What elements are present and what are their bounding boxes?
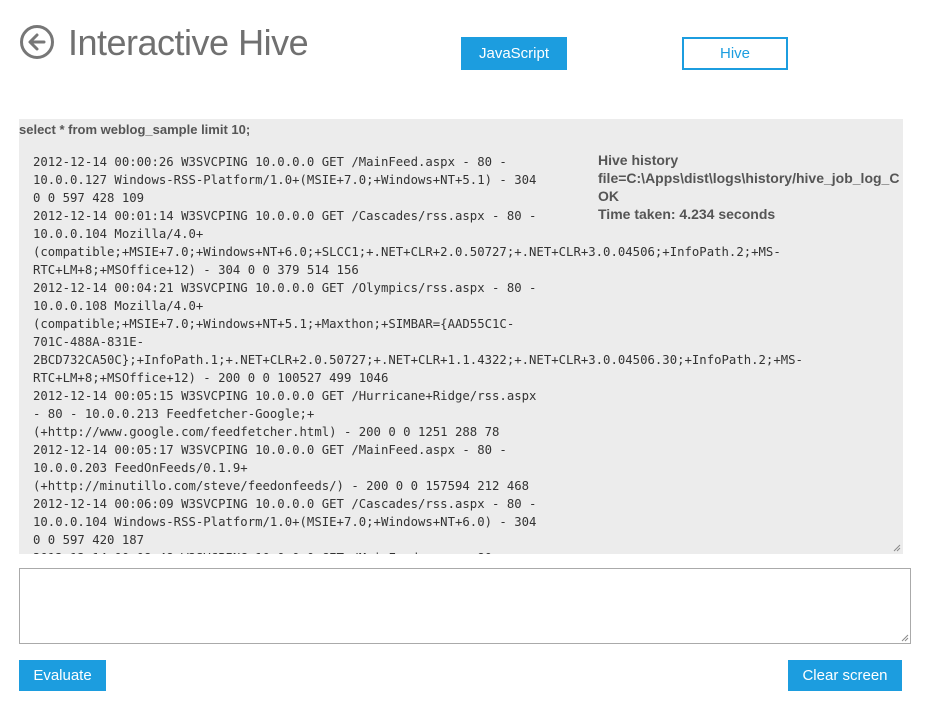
output-line: (compatible;+MSIE+7.0;+Windows+NT+6.0;+S… xyxy=(33,245,781,259)
output-line: 2012-12-14 00:08:48 W3SVCPING 10.0.0.0 G… xyxy=(33,549,897,554)
output-line: 2012-12-14 00:06:09 W3SVCPING 10.0.0.0 G… xyxy=(33,497,537,511)
output-line: 10.0.0.104 Mozilla/4.0+ xyxy=(33,227,204,241)
clear-screen-button[interactable]: Clear screen xyxy=(788,660,902,691)
output-line: 2012-12-14 00:04:21 W3SVCPING 10.0.0.0 G… xyxy=(33,281,537,295)
page-title: Interactive Hive xyxy=(68,22,309,63)
output-line: RTC+LM+8;+MSOffice+12) - 304 0 0 379 514… xyxy=(33,263,359,277)
output-line: 2012-12-14 00:05:15 W3SVCPING 10.0.0.0 G… xyxy=(33,389,537,403)
back-arrow-icon[interactable] xyxy=(20,25,54,59)
output-line: 701C-488A-831E- xyxy=(33,335,145,349)
output-line: 10.0.0.104 Windows-RSS-Platform/1.0+(MSI… xyxy=(33,515,537,529)
javascript-mode-button[interactable]: JavaScript xyxy=(461,37,567,70)
output-line: 2BCD732CA50C};+InfoPath.1;+.NET+CLR+2.0.… xyxy=(33,353,803,367)
output-line: 10.0.0.108 Mozilla/4.0+ xyxy=(33,299,204,313)
output-line: 10.0.0.203 FeedOnFeeds/0.1.9+ xyxy=(33,461,248,475)
output-line: 2012-12-14 00:05:17 W3SVCPING 10.0.0.0 G… xyxy=(33,443,507,457)
header: Interactive Hive JavaScript Hive xyxy=(0,0,929,90)
resize-grip-icon[interactable] xyxy=(901,634,909,642)
query-status: Hive history file=C:\Apps\dist\logs\hist… xyxy=(598,151,899,223)
output-line: (+http://www.google.com/feedfetcher.html… xyxy=(33,425,500,439)
evaluate-button[interactable]: Evaluate xyxy=(19,660,106,691)
output-line: (compatible;+MSIE+7.0;+Windows+NT+5.1;+M… xyxy=(33,317,515,331)
command-input[interactable] xyxy=(19,568,911,644)
history-file: file=C:\Apps\dist\logs\history/hive_job_… xyxy=(598,170,900,186)
output-line: 0 0 597 420 187 xyxy=(33,533,145,547)
resize-grip-icon[interactable] xyxy=(893,544,901,552)
console-output-panel[interactable]: select * from weblog_sample limit 10; 20… xyxy=(19,119,903,554)
history-label: Hive history xyxy=(598,152,679,168)
result-status: OK xyxy=(598,188,619,204)
output-line: - 80 - 10.0.0.213 Feedfetcher-Google;+ xyxy=(33,407,315,421)
time-taken: Time taken: 4.234 seconds xyxy=(598,206,776,222)
output-line: (+http://minutillo.com/steve/feedonfeeds… xyxy=(33,479,530,493)
executed-query: select * from weblog_sample limit 10; xyxy=(19,122,251,137)
hive-mode-button[interactable]: Hive xyxy=(682,37,788,70)
output-line: RTC+LM+8;+MSOffice+12) - 200 0 0 100527 … xyxy=(33,371,389,385)
